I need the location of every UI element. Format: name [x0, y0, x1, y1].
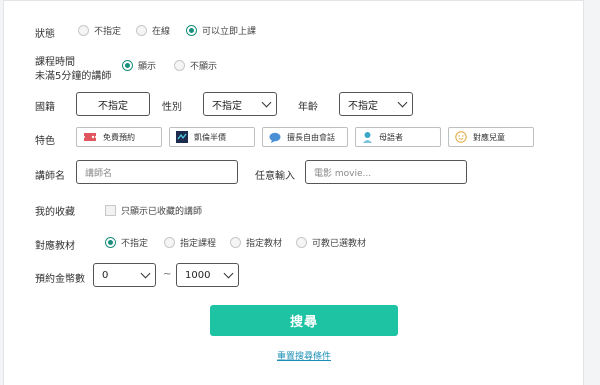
age-label: 年齡	[298, 102, 318, 113]
favorites-label: 我的收藏	[35, 207, 75, 218]
nationality-label: 國籍	[35, 102, 55, 113]
gender-label: 性別	[162, 102, 182, 113]
search-button[interactable]: 搜尋	[210, 305, 398, 336]
chevron-down-icon	[397, 97, 408, 107]
features-label: 特色	[35, 136, 55, 147]
gender-select[interactable]: 不指定	[203, 92, 277, 116]
radio-icon[interactable]	[164, 237, 175, 248]
reset-search-link[interactable]: 重置搜尋條件	[277, 349, 331, 362]
materials-option-selected[interactable]: 可教已選教材	[296, 236, 366, 249]
chevron-down-icon	[261, 97, 272, 107]
favorites-checkbox[interactable]: 只顯示已收藏的講師	[105, 204, 202, 217]
status-label: 狀態	[35, 29, 55, 40]
feature-tag-free-booking[interactable]: 免費預約	[76, 127, 162, 147]
teacher-name-input[interactable]: 講師名	[76, 160, 238, 184]
radio-checked-icon[interactable]	[122, 60, 133, 71]
course-time-label: 課程時間	[35, 57, 75, 68]
radio-icon[interactable]	[78, 25, 89, 36]
radio-icon[interactable]	[174, 60, 185, 71]
materials-option-any[interactable]: 不指定	[105, 236, 148, 249]
free-input-label: 任意輸入	[255, 171, 295, 182]
course-time-option-hide[interactable]: 不顯示	[174, 59, 217, 72]
age-select[interactable]: 不指定	[339, 92, 413, 116]
chevron-down-icon	[140, 268, 151, 278]
materials-label: 對應教材	[35, 241, 75, 252]
smiley-icon	[455, 131, 467, 143]
checkbox-icon[interactable]	[105, 205, 116, 216]
radio-icon[interactable]	[296, 237, 307, 248]
price-max-select[interactable]: 1000	[176, 263, 239, 287]
free-input-field[interactable]: 電影 movie...	[305, 160, 467, 184]
radio-checked-icon[interactable]	[105, 237, 116, 248]
teacher-name-label: 講師名	[35, 171, 65, 182]
price-separator: ~	[163, 269, 172, 280]
price-label: 預約金幣數	[35, 274, 85, 285]
search-panel: 狀態 不指定 在線 可以立即上課 課程時間 未滿5分鐘的講師 顯示 不顯示 國籍…	[3, 0, 584, 385]
nationality-select[interactable]: 不指定	[76, 92, 150, 116]
feature-tag-kids[interactable]: 對應兒童	[448, 127, 534, 147]
chevron-down-icon	[223, 268, 234, 278]
ticket-icon	[84, 133, 96, 141]
chat-bubble-icon	[269, 132, 281, 143]
course-time-sublabel: 未滿5分鐘的講師	[35, 71, 112, 82]
feature-tag-half-price[interactable]: 凱倫半價	[169, 127, 255, 147]
radio-checked-icon[interactable]	[186, 25, 197, 36]
materials-option-course[interactable]: 指定課程	[164, 236, 216, 249]
price-min-select[interactable]: 0	[93, 263, 156, 287]
feature-tag-native-speaker[interactable]: 母語者	[355, 127, 441, 147]
half-price-icon	[176, 131, 188, 143]
status-option-online[interactable]: 在線	[136, 24, 170, 37]
person-pin-icon	[363, 132, 372, 143]
materials-option-material[interactable]: 指定教材	[230, 236, 282, 249]
course-time-option-show[interactable]: 顯示	[122, 59, 156, 72]
radio-icon[interactable]	[136, 25, 147, 36]
radio-icon[interactable]	[230, 237, 241, 248]
status-option-any[interactable]: 不指定	[78, 24, 121, 37]
feature-tag-free-conversation[interactable]: 擅長自由會話	[262, 127, 348, 147]
status-option-available-now[interactable]: 可以立即上課	[186, 24, 256, 37]
